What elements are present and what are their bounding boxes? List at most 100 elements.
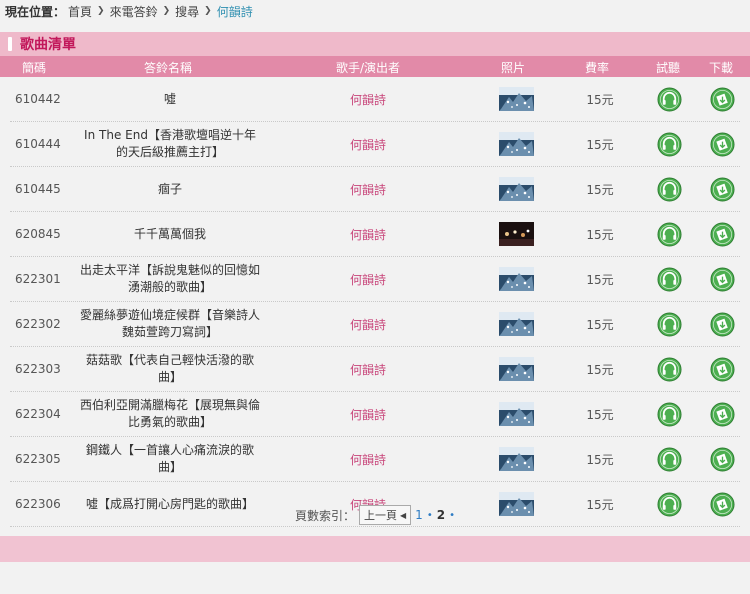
table-row: 622302 愛麗絲夢遊仙境症候群【音樂詩人魏茹萱跨刀寫詞】 何韻詩 15元: [10, 302, 740, 347]
song-singer-link[interactable]: 何韻詩: [328, 347, 408, 391]
breadcrumb-search-link[interactable]: 搜尋: [175, 3, 199, 20]
album-photo: [498, 122, 534, 166]
song-title-text: 鋼鐵人【一首讓人心痛流淚的歌曲】: [85, 443, 254, 474]
song-title-text: In The End【香港歌壇唱逆十年的天后級推薦主打】: [84, 128, 256, 159]
song-fee: 15元: [586, 317, 614, 332]
song-code: 620845: [15, 227, 61, 241]
title-accent-bar: [8, 37, 12, 51]
song-code: 610445: [15, 182, 61, 196]
song-fee: 15元: [586, 182, 614, 197]
song-fee: 15元: [586, 407, 614, 422]
download-icon[interactable]: [708, 347, 736, 391]
song-fee: 15元: [586, 227, 614, 242]
breadcrumb-current: 何韻詩: [216, 4, 253, 19]
headphones-icon[interactable]: [655, 392, 683, 436]
headphones-icon[interactable]: [655, 77, 683, 121]
header-singer: 歌手/演出者: [336, 61, 401, 75]
song-title: 鋼鐵人【一首讓人心痛流淚的歌曲】: [80, 437, 260, 481]
table-row: 610444 In The End【香港歌壇唱逆十年的天后級推薦主打】 何韻詩 15元: [10, 122, 740, 167]
header-title: 答鈴名稱: [144, 61, 193, 75]
song-code: 610444: [15, 137, 61, 151]
table-row: 622304 西伯利亞開滿臘梅花【展現無與倫比勇氣的歌曲】 何韻詩 15元: [10, 392, 740, 437]
page-separator: •: [426, 509, 433, 521]
panel-title-bar: 歌曲清單: [0, 32, 750, 56]
panel-title: 歌曲清單: [20, 37, 76, 53]
album-photo: [498, 212, 534, 256]
album-photo: [498, 347, 534, 391]
song-fee: 15元: [586, 92, 614, 107]
song-title-text: 愛麗絲夢遊仙境症候群【音樂詩人魏茹萱跨刀寫詞】: [80, 308, 261, 339]
chevron-right-icon: ❯: [204, 6, 212, 16]
header-download: 下載: [709, 61, 734, 75]
song-title: 出走太平洋【訴說鬼魅似的回憶如湧潮般的歌曲】: [80, 257, 260, 301]
song-title-text: 千千萬萬個我: [133, 226, 206, 241]
song-code: 622302: [15, 317, 61, 331]
song-code: 622303: [15, 362, 61, 376]
download-icon[interactable]: [708, 167, 736, 211]
song-singer-link[interactable]: 何韻詩: [328, 167, 408, 211]
breadcrumb-ringtone-link[interactable]: 來電答鈴: [110, 3, 158, 20]
headphones-icon[interactable]: [655, 347, 683, 391]
song-title: 菇菇歌【代表自己輕快活潑的歌曲】: [80, 347, 260, 391]
song-code: 622301: [15, 272, 61, 286]
song-title: 痼子: [80, 167, 260, 211]
download-icon[interactable]: [708, 437, 736, 481]
album-photo: [498, 302, 534, 346]
download-icon[interactable]: [708, 257, 736, 301]
download-icon[interactable]: [708, 302, 736, 346]
table-row: 620845 千千萬萬個我 何韻詩 15元: [10, 212, 740, 257]
song-title-text: 出走太平洋【訴說鬼魅似的回憶如湧潮般的歌曲】: [80, 263, 261, 294]
song-title: 噓: [80, 77, 260, 121]
song-singer-link[interactable]: 何韻詩: [328, 212, 408, 256]
header-fee: 費率: [585, 61, 610, 75]
download-icon[interactable]: [708, 122, 736, 166]
page-current-2: 2: [436, 508, 446, 522]
song-fee: 15元: [586, 137, 614, 152]
pagination: 頁數索引： 上一頁 ◀ 1 • 2 •: [0, 505, 750, 525]
breadcrumb-home-link[interactable]: 首頁: [68, 3, 92, 20]
song-singer-link[interactable]: 何韻詩: [328, 437, 408, 481]
song-singer-link[interactable]: 何韻詩: [328, 122, 408, 166]
headphones-icon[interactable]: [655, 212, 683, 256]
song-singer-link[interactable]: 何韻詩: [328, 257, 408, 301]
song-singer-link[interactable]: 何韻詩: [328, 77, 408, 121]
footer-bar: [0, 536, 750, 562]
song-table: 610442 噓何韻詩 15元 610444 In The End【香港歌壇唱逆十年的天…: [0, 77, 750, 527]
table-row: 610442 噓 何韻詩 15元: [10, 77, 740, 122]
headphones-icon[interactable]: [655, 302, 683, 346]
song-code: 610442: [15, 92, 61, 106]
album-photo: [498, 392, 534, 436]
download-icon[interactable]: [708, 392, 736, 436]
song-fee: 15元: [586, 452, 614, 467]
album-photo: [498, 77, 534, 121]
prev-page-button[interactable]: 上一頁 ◀: [359, 505, 412, 525]
pager-label: 頁數索引：: [295, 508, 356, 523]
song-fee: 15元: [586, 272, 614, 287]
page-link-1[interactable]: 1: [415, 508, 423, 522]
download-icon[interactable]: [708, 212, 736, 256]
headphones-icon[interactable]: [655, 167, 683, 211]
album-photo: [498, 257, 534, 301]
table-row: 610445 痼子 何韻詩 15元: [10, 167, 740, 212]
song-title: 愛麗絲夢遊仙境症候群【音樂詩人魏茹萱跨刀寫詞】: [80, 302, 260, 346]
headphones-icon[interactable]: [655, 122, 683, 166]
album-photo: [498, 437, 534, 481]
breadcrumb-label: 現在位置：: [5, 4, 66, 19]
song-code: 622304: [15, 407, 61, 421]
headphones-icon[interactable]: [655, 437, 683, 481]
song-singer-link[interactable]: 何韻詩: [328, 302, 408, 346]
song-title: 千千萬萬個我: [80, 212, 260, 256]
song-fee: 15元: [586, 362, 614, 377]
song-title: 西伯利亞開滿臘梅花【展現無與倫比勇氣的歌曲】: [80, 392, 260, 436]
headphones-icon[interactable]: [655, 257, 683, 301]
table-row: 622303 菇菇歌【代表自己輕快活潑的歌曲】 何韻詩 15元: [10, 347, 740, 392]
caret-left-icon: ◀: [400, 510, 407, 520]
song-title-text: 菇菇歌【代表自己輕快活潑的歌曲】: [85, 353, 254, 384]
song-title-text: 痼子: [157, 181, 182, 196]
table-row: 622305 鋼鐵人【一首讓人心痛流淚的歌曲】 何韻詩 15元: [10, 437, 740, 482]
song-singer-link[interactable]: 何韻詩: [328, 392, 408, 436]
table-row: 622301 出走太平洋【訴說鬼魅似的回憶如湧潮般的歌曲】 何韻詩 15元: [10, 257, 740, 302]
download-icon[interactable]: [708, 77, 736, 121]
chevron-right-icon: ❯: [97, 6, 105, 16]
page-separator: •: [449, 509, 455, 521]
